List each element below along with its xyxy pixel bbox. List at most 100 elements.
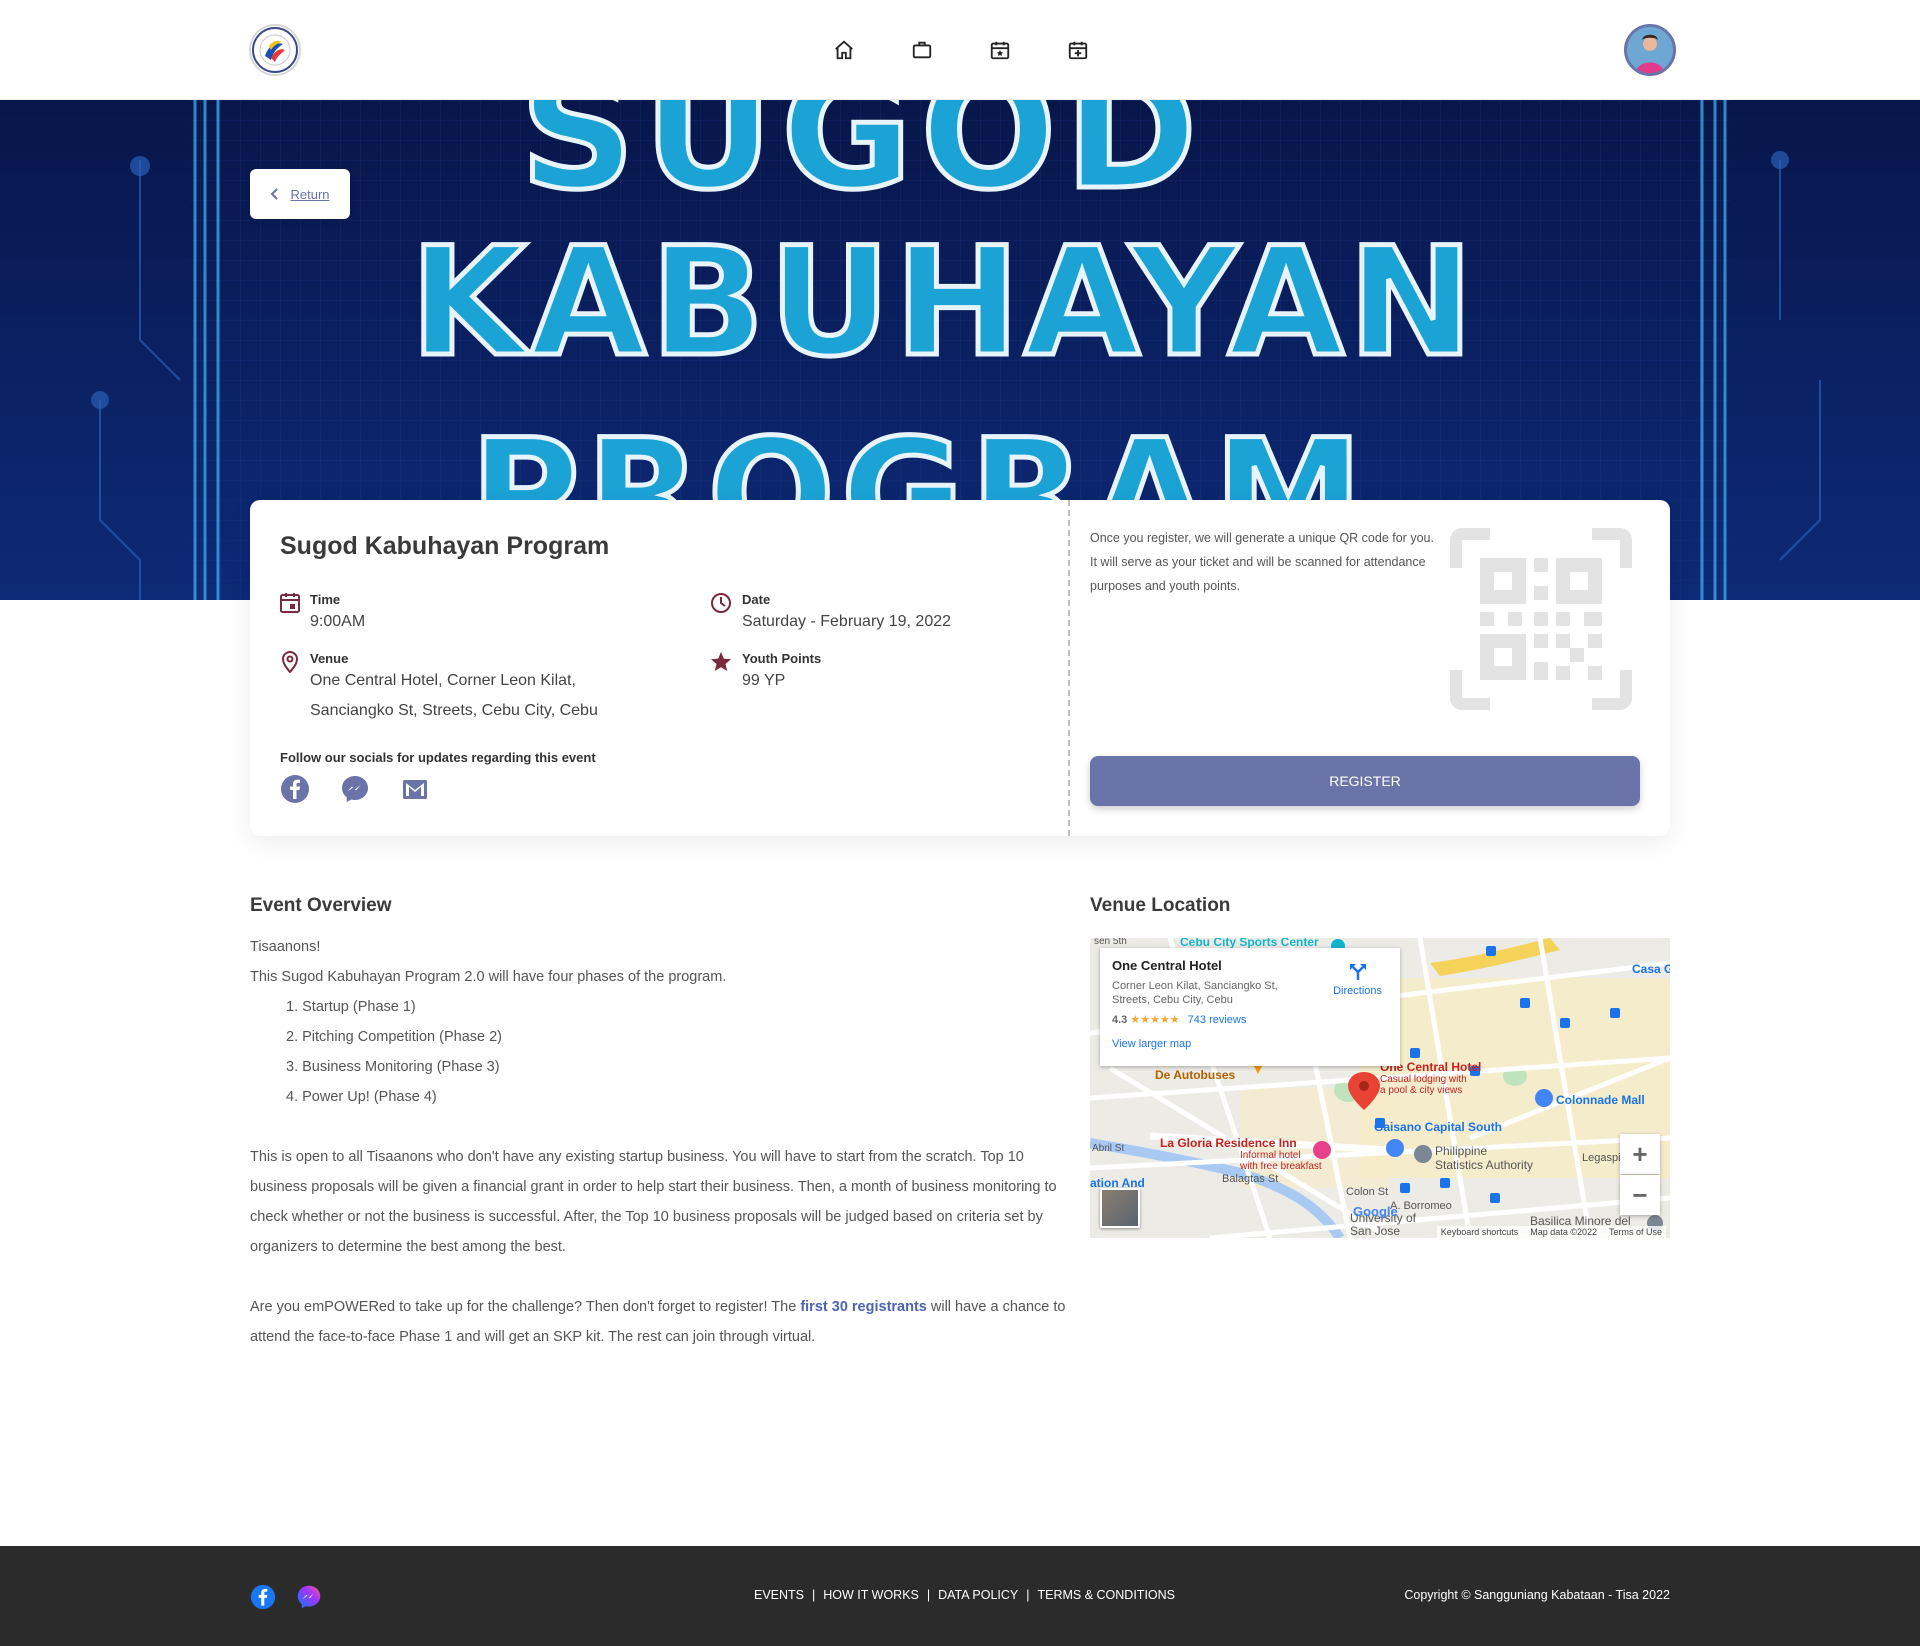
venue-line1: One Central Hotel, Corner Leon Kilat,: [310, 672, 576, 689]
time-info: Time 9:00AM: [280, 592, 365, 637]
map-label: Informal hotel with free breakfast: [1240, 1150, 1322, 1172]
location-pin-icon: [280, 651, 300, 726]
footer-separator: |: [1026, 1588, 1030, 1602]
venue-map[interactable]: Cebu City Sports Center Casa G One Centr…: [1090, 938, 1670, 1238]
venue-label: Venue: [310, 651, 349, 666]
map-label: Abril St: [1092, 1143, 1125, 1154]
map-label: De Autobuses: [1155, 1068, 1236, 1082]
clock-icon: [710, 592, 732, 637]
footer-link-events[interactable]: EVENTS: [754, 1588, 804, 1602]
home-icon[interactable]: [830, 36, 858, 64]
event-overview-body: Tisaanons! This Sugod Kabuhayan Program …: [250, 932, 1070, 1352]
calendar-icon: [280, 592, 300, 637]
event-card: Sugod Kabuhayan Program Time 9:00AM Date…: [250, 500, 1670, 836]
chevron-left-icon: [271, 188, 279, 200]
map-label: Philippine Statistics Authority: [1435, 1144, 1534, 1172]
keyboard-shortcuts-link[interactable]: Keyboard shortcuts: [1441, 1227, 1519, 1237]
footer-link-data-policy[interactable]: DATA POLICY: [938, 1588, 1018, 1602]
registration-panel: Once you register, we will generate a un…: [1090, 500, 1670, 836]
venue-info: Venue One Central Hotel, Corner Leon Kil…: [280, 651, 598, 726]
time-label: Time: [310, 592, 341, 607]
first-30-registrants-highlight: first 30 registrants: [800, 1299, 927, 1315]
footer-social-links: [250, 1584, 322, 1610]
map-label: Colonnade Mall: [1556, 1093, 1645, 1107]
messenger-icon[interactable]: [296, 1584, 322, 1610]
event-title: Sugod Kabuhayan Program: [280, 532, 610, 560]
map-data-label: Map data ©2022: [1530, 1227, 1597, 1237]
map-label: Gaisano Capital South: [1374, 1120, 1503, 1134]
date-label: Date: [742, 592, 771, 607]
banner-title-line2: KABUHAYAN: [408, 216, 1478, 390]
main-nav: [830, 36, 1092, 64]
date-value: Saturday - February 19, 2022: [742, 613, 952, 630]
date-info: Date Saturday - February 19, 2022: [710, 592, 951, 637]
facebook-icon[interactable]: [280, 774, 310, 804]
overview-paragraph-1: This is open to all Tisaanons who don't …: [250, 1149, 1057, 1255]
map-label: Casa G: [1632, 962, 1670, 976]
directions-button[interactable]: Directions: [1333, 962, 1382, 997]
zoom-out-button[interactable]: −: [1620, 1175, 1660, 1215]
map-label: sen 5th: [1094, 938, 1127, 947]
registration-info-text: Once you register, we will generate a un…: [1090, 531, 1434, 593]
email-icon[interactable]: [400, 774, 430, 804]
star-icon: [710, 651, 732, 696]
directions-icon: [1349, 964, 1366, 980]
time-value: 9:00AM: [310, 613, 366, 630]
map-label: Balagtas St: [1222, 1173, 1279, 1185]
paragraph-2-text-before: Are you emPOWERed to take up for the cha…: [250, 1299, 801, 1315]
qr-code-placeholder-icon: [1450, 528, 1632, 710]
overview-paragraph-2: Are you emPOWERed to take up for the cha…: [250, 1292, 1070, 1352]
calendar-plus-icon[interactable]: [1064, 36, 1092, 64]
map-rating: 4.3 ★★★★★ 743 reviews: [1112, 1014, 1247, 1026]
footer-link-how-it-works[interactable]: HOW IT WORKS: [823, 1588, 919, 1602]
map-label: La Gloria Residence Inn: [1160, 1136, 1297, 1150]
google-logo: Google: [1353, 1204, 1398, 1219]
map-attribution: Keyboard shortcuts Map data ©2022 Terms …: [1436, 1226, 1666, 1238]
youth-points-value: 99 YP: [742, 672, 786, 689]
footer-separator: |: [926, 1588, 931, 1602]
venue-location-heading: Venue Location: [1090, 895, 1231, 916]
social-follow-label: Follow our socials for updates regarding…: [280, 750, 596, 765]
return-label: Return: [290, 186, 330, 202]
footer: EVENTS | HOW IT WORKS | DATA POLICY | TE…: [0, 1546, 1920, 1646]
banner-title-line1: SUGOD: [517, 100, 1206, 225]
facebook-icon[interactable]: [250, 1584, 276, 1610]
calendar-star-icon[interactable]: [986, 36, 1014, 64]
map-label: Legaspi: [1582, 1152, 1621, 1164]
footer-link-terms[interactable]: TERMS & CONDITIONS: [1038, 1588, 1176, 1602]
view-larger-map-link[interactable]: View larger map: [1112, 1038, 1388, 1050]
list-item: 1. Startup (Phase 1): [286, 999, 416, 1015]
venue-line2: Sanciangko St, Streets, Cebu City, Cebu: [310, 702, 598, 719]
street-view-thumbnail[interactable]: [1100, 1188, 1140, 1228]
directions-label: Directions: [1333, 985, 1382, 997]
map-place-address: Corner Leon Kilat, Sanciangko St, Street…: [1112, 980, 1278, 1006]
youth-points-label: Youth Points: [742, 651, 822, 666]
return-button[interactable]: Return: [250, 169, 350, 219]
event-social-links: [280, 774, 430, 804]
footer-separator: |: [812, 1588, 816, 1602]
overview-greeting: Tisaanons!: [250, 939, 321, 955]
rating-stars-icon: ★★★★★: [1130, 1014, 1180, 1026]
list-item: 4. Power Up! (Phase 4): [286, 1089, 437, 1105]
sk-tisa-logo[interactable]: [249, 24, 301, 76]
map-label: Colon St: [1346, 1186, 1389, 1198]
map-label: Casual lodging with a pool & city views: [1380, 1074, 1467, 1096]
footer-links: EVENTS | HOW IT WORKS | DATA POLICY | TE…: [754, 1588, 1175, 1602]
terms-of-use-link[interactable]: Terms of Use: [1609, 1227, 1662, 1237]
reviews-link[interactable]: 743 reviews: [1188, 1014, 1247, 1026]
messenger-icon[interactable]: [340, 774, 370, 804]
map-place-card: One Central Hotel Corner Leon Kilat, San…: [1100, 948, 1400, 1066]
youth-points-info: Youth Points 99 YP: [710, 651, 821, 696]
list-item: 3. Business Monitoring (Phase 3): [286, 1059, 500, 1075]
briefcase-icon[interactable]: [908, 36, 936, 64]
zoom-in-button[interactable]: +: [1620, 1134, 1660, 1174]
copyright-text: Copyright © Sangguniang Kabataan - Tisa …: [1404, 1588, 1670, 1602]
phase-list: 1. Startup (Phase 1) 2. Pitching Competi…: [250, 992, 1070, 1112]
overview-intro: This Sugod Kabuhayan Program 2.0 will ha…: [250, 969, 727, 985]
event-overview-heading: Event Overview: [250, 895, 392, 916]
event-details: Sugod Kabuhayan Program Time 9:00AM Date…: [250, 500, 1070, 836]
user-avatar[interactable]: [1624, 24, 1676, 76]
navbar: [0, 0, 1920, 100]
list-item: 2. Pitching Competition (Phase 2): [286, 1029, 502, 1045]
register-button[interactable]: REGISTER: [1090, 756, 1640, 806]
